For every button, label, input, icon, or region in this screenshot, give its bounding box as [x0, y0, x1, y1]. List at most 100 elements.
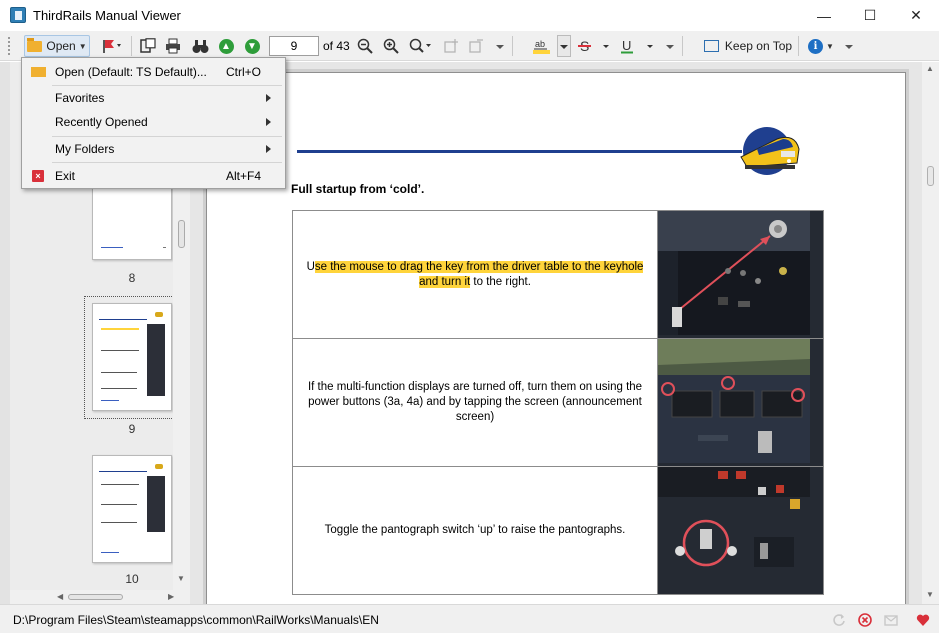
highlight-color-dropdown[interactable] [557, 35, 571, 57]
scroll-up-icon[interactable]: ▲ [926, 64, 934, 73]
previous-page-button[interactable]: ▲ [216, 35, 236, 57]
chevron-down-icon: ▼ [78, 41, 87, 51]
menu-item-shortcut: Ctrl+O [225, 65, 261, 79]
next-page-button[interactable]: ▼ [242, 35, 262, 57]
mail-icon[interactable] [884, 613, 898, 627]
thumbnail-number: 10 [125, 572, 139, 586]
menu-item-label: My Folders [55, 142, 115, 156]
stop-icon[interactable] [858, 613, 872, 627]
underline-button[interactable]: U [618, 35, 658, 57]
menu-item-open[interactable]: Open (Default: TS Default)... Ctrl+O [24, 60, 283, 84]
previous-page-icon: ▲ [218, 38, 234, 54]
menu-item-recently-opened[interactable]: Recently Opened [24, 110, 283, 134]
open-menu: Open (Default: TS Default)... Ctrl+O Fav… [21, 57, 286, 189]
document-vertical-scrollbar[interactable]: ▲ ▼ [922, 62, 939, 604]
toolbar-separator [682, 36, 683, 56]
table-row: Toggle the pantograph switch ‘up’ to rai… [291, 466, 824, 595]
zoom-menu-icon [409, 38, 431, 53]
status-path: D:\Program Files\Steam\steamapps\common\… [13, 613, 379, 627]
toolbar-overflow-button[interactable] [842, 35, 856, 57]
pane-splitter[interactable] [0, 62, 10, 604]
keep-on-top-button[interactable]: Keep on Top [702, 35, 794, 57]
heart-icon[interactable] [916, 613, 930, 627]
status-bar: D:\Program Files\Steam\steamapps\common\… [0, 604, 939, 633]
thumbnail-horizontal-scrollbar[interactable]: ◀ ▶ [10, 590, 190, 604]
strikethrough-icon: S [578, 38, 609, 54]
page-total-label: of 43 [323, 39, 350, 53]
menu-item-label: Open (Default: TS Default)... [55, 65, 207, 79]
menu-item-label: Recently Opened [55, 115, 148, 129]
maximize-button[interactable]: ☐ [847, 0, 893, 31]
scroll-down-icon[interactable]: ▼ [926, 590, 934, 599]
step-text-plain[interactable]: to the right. [470, 276, 531, 288]
minimize-button[interactable]: — [801, 0, 847, 31]
scroll-right-icon[interactable]: ▶ [168, 592, 174, 601]
toolbar-grip[interactable] [8, 37, 12, 55]
open-folder-icon [31, 67, 46, 77]
document-view: Full startup from ‘cold’. Use the mouse … [190, 62, 922, 612]
exit-icon: × [32, 170, 44, 182]
thumbnail-page-9[interactable] [92, 303, 172, 411]
highlight-button[interactable]: ab [531, 35, 553, 57]
page-number-input[interactable]: 9 [269, 36, 319, 56]
step-text-plain[interactable]: U [307, 261, 315, 273]
open-button-label: Open [46, 39, 76, 53]
steps-table: Use the mouse to drag the key from the d… [291, 210, 824, 595]
zoom-in-icon [383, 38, 399, 54]
scroll-left-icon[interactable]: ◀ [57, 592, 63, 601]
chevron-down-icon [496, 45, 504, 49]
app-icon [10, 7, 26, 23]
zoom-menu-button[interactable] [407, 35, 435, 57]
thumbnails-icon [140, 38, 156, 53]
thumbnail-page-10[interactable] [92, 455, 172, 563]
scroll-down-icon[interactable]: ▼ [177, 574, 185, 583]
zoom-out-icon [357, 38, 373, 54]
find-button[interactable] [189, 35, 211, 57]
window-title: ThirdRails Manual Viewer [33, 8, 181, 23]
chevron-down-icon: ▼ [826, 41, 834, 51]
bookmark-flag-icon [103, 40, 121, 53]
menu-item-exit[interactable]: × Exit Alt+F4 [24, 164, 283, 188]
header-rule [297, 150, 742, 153]
menu-item-shortcut: Alt+F4 [225, 169, 261, 183]
toolbar-separator [131, 36, 132, 56]
find-binoculars-icon [192, 39, 208, 53]
menu-item-favorites[interactable]: Favorites [24, 86, 283, 110]
underline-icon: U [621, 38, 653, 54]
section-heading: Full startup from ‘cold’. [291, 182, 425, 196]
close-button[interactable]: ✕ [893, 0, 939, 31]
scrollbar-thumb[interactable] [927, 166, 934, 186]
cab-key-image [658, 211, 811, 335]
document-page: Full startup from ‘cold’. Use the mouse … [206, 72, 906, 612]
zoom-in-button[interactable] [380, 35, 402, 57]
toolbar-overflow-button[interactable] [493, 35, 507, 57]
info-icon: i [808, 38, 824, 54]
zoom-out-button[interactable] [354, 35, 376, 57]
scrollbar-thumb[interactable] [178, 220, 185, 248]
print-button[interactable] [162, 35, 184, 57]
remove-bookmark-button[interactable] [466, 35, 486, 57]
title-bar: ThirdRails Manual Viewer — ☐ ✕ [0, 0, 939, 31]
toolbar-overflow-button[interactable] [663, 35, 677, 57]
step-text: Use the mouse to drag the key from the d… [291, 210, 659, 339]
bookmark-flag-button[interactable] [98, 35, 126, 57]
menu-item-my-folders[interactable]: My Folders [24, 137, 283, 161]
add-bookmark-button[interactable] [441, 35, 461, 57]
table-row: If the multi-function displays are turne… [291, 338, 824, 467]
step-text[interactable]: Toggle the pantograph switch ‘up’ to rai… [291, 466, 659, 595]
refresh-icon[interactable] [832, 613, 846, 627]
thumbnails-button[interactable] [137, 35, 159, 57]
scrollbar-thumb[interactable] [68, 594, 123, 600]
strikethrough-button[interactable]: S [576, 35, 612, 57]
info-button[interactable]: i ▼ [806, 35, 836, 57]
thumbnail-number: 8 [128, 271, 136, 285]
keep-on-top-label: Keep on Top [724, 39, 793, 53]
print-icon [166, 38, 180, 54]
step-text[interactable]: If the multi-function displays are turne… [291, 338, 659, 467]
step-image [657, 210, 824, 339]
pantograph-switch-image [658, 467, 811, 591]
chevron-down-icon [560, 45, 568, 49]
open-button[interactable]: Open ▼ [24, 35, 90, 57]
menu-item-label: Exit [55, 169, 76, 183]
menu-item-label: Favorites [55, 91, 105, 105]
